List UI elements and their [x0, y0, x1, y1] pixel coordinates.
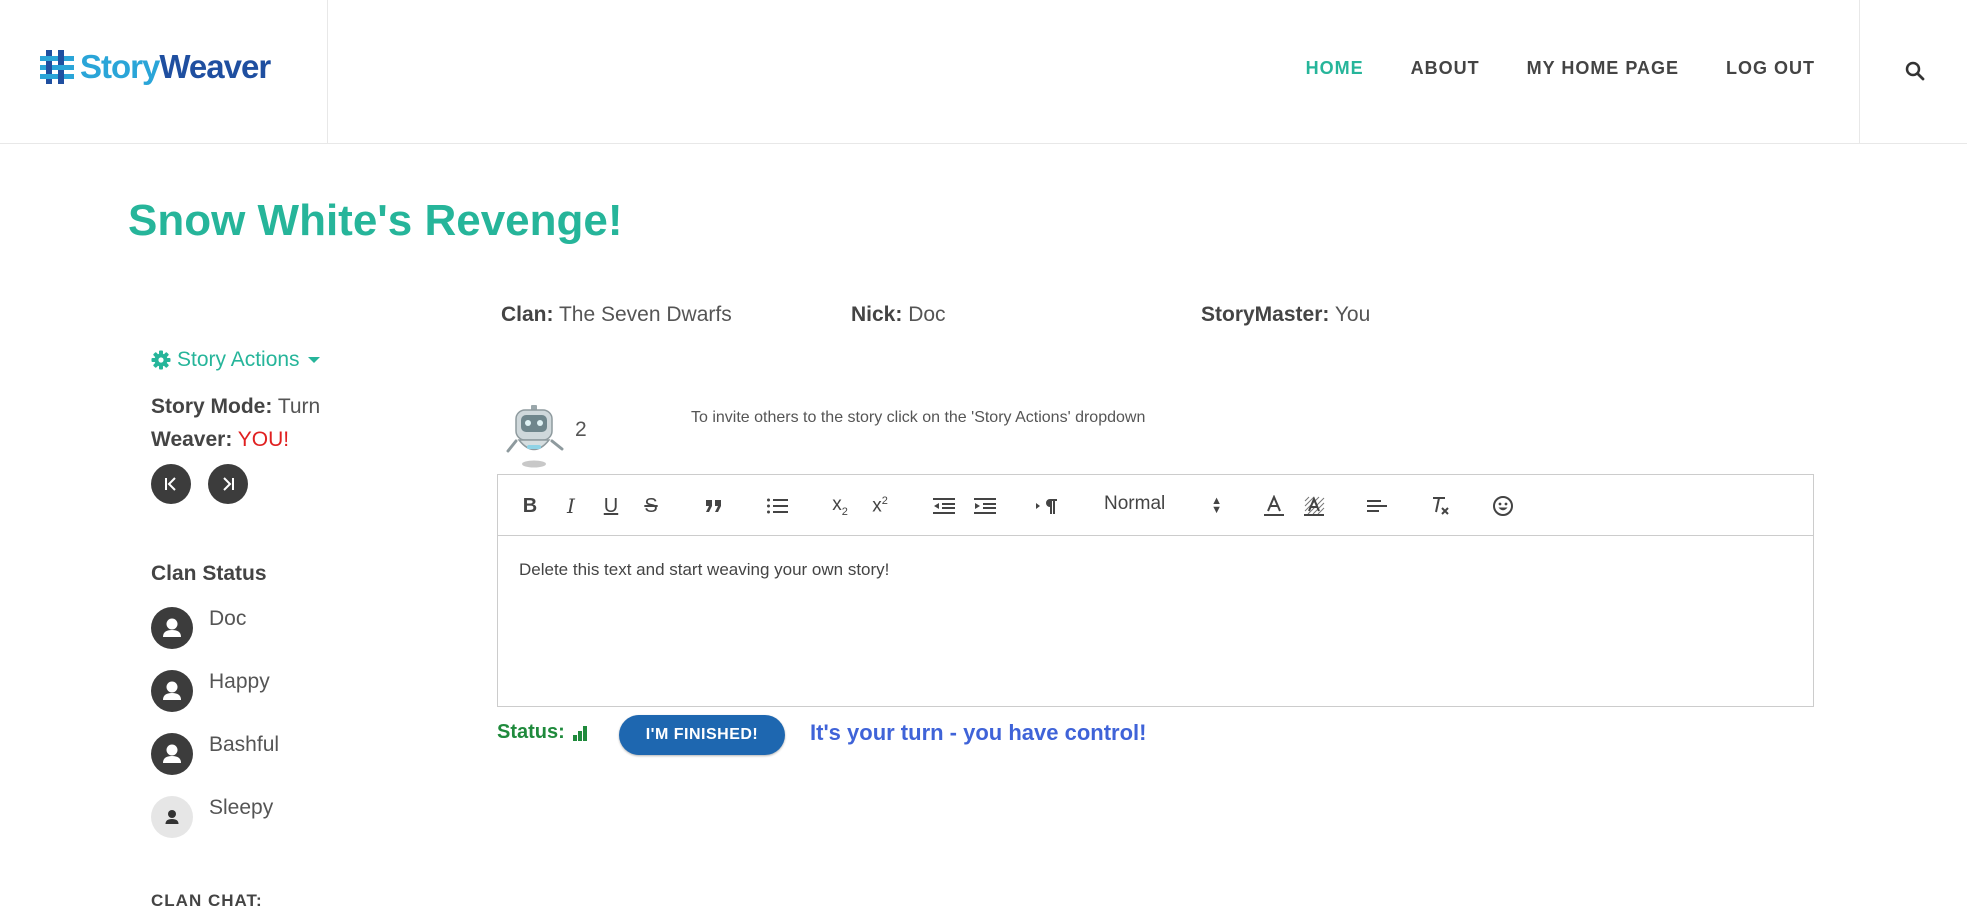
site-logo[interactable]: StoryWeaver: [40, 48, 271, 86]
background-color-button[interactable]: [1301, 493, 1327, 519]
nick-info: Nick: Doc: [851, 303, 946, 327]
clan-info: Clan: The Seven Dwarfs: [501, 303, 732, 327]
site-header: StoryWeaver HOME ABOUT MY HOME PAGE LOG …: [0, 0, 1967, 144]
align-button[interactable]: [1365, 493, 1391, 519]
invite-hint: To invite others to the story click on t…: [691, 409, 1146, 426]
bullet-list-icon: [767, 498, 788, 514]
gear-icon: [151, 350, 171, 370]
subscript-icon: x2: [832, 494, 848, 518]
editor-content[interactable]: Delete this text and start weaving your …: [498, 536, 1813, 604]
clan-member[interactable]: Bashful: [151, 733, 279, 775]
brand-name: StoryWeaver: [80, 48, 271, 86]
superscript-button[interactable]: x2: [866, 493, 894, 519]
outdent-button[interactable]: [931, 493, 957, 519]
weaver-value: YOU!: [237, 428, 290, 451]
search-button[interactable]: [1859, 0, 1967, 144]
weaver-label: Weaver:: [151, 428, 233, 451]
status-indicator: Status:: [497, 721, 590, 744]
story-mode: Story Mode: Turn: [151, 395, 320, 419]
format-select-value: Normal: [1104, 493, 1166, 514]
subscript-button[interactable]: x2: [826, 493, 854, 519]
superscript-icon: x2: [872, 494, 888, 517]
nav-my-home-page[interactable]: MY HOME PAGE: [1527, 58, 1679, 79]
format-select[interactable]: Normal ▲ ▼: [1104, 493, 1228, 519]
skip-forward-icon: [223, 477, 234, 491]
member-name: Bashful: [209, 733, 280, 756]
bold-button[interactable]: B: [518, 493, 542, 519]
clear-format-icon: [1433, 497, 1449, 515]
story-title: Snow White's Revenge!: [128, 196, 623, 245]
caret-down-icon: [307, 357, 320, 363]
weaver-info: Weaver: YOU!: [151, 428, 289, 452]
italic-icon: I: [567, 494, 575, 518]
story-editor: B I U S x2 x2 Normal ▲ ▼ Delete this tex…: [497, 474, 1814, 707]
story-mode-value: Turn: [277, 395, 321, 418]
highlight-color-icon: [1304, 496, 1325, 516]
turn-message: It's your turn - you have control!: [810, 720, 1147, 745]
underline-button[interactable]: U: [599, 493, 623, 519]
clan-member[interactable]: Sleepy: [151, 796, 273, 838]
clan-chat-heading: CLAN CHAT:: [151, 891, 263, 910]
smiley-icon: [1493, 496, 1513, 516]
nick-value: Doc: [908, 303, 946, 326]
clan-status-heading: Clan Status: [151, 562, 267, 585]
member-name: Doc: [209, 607, 247, 630]
clan-label: Clan:: [501, 303, 554, 326]
story-actions-dropdown[interactable]: Story Actions: [151, 348, 320, 372]
turn-count: 2: [575, 418, 587, 441]
paragraph-direction-icon: [1036, 499, 1057, 514]
skip-back-icon: [165, 477, 176, 491]
story-actions-label: Story Actions: [177, 348, 300, 371]
italic-button[interactable]: I: [559, 493, 583, 519]
blockquote-button[interactable]: [701, 493, 727, 519]
member-name: Happy: [209, 670, 270, 693]
weave-logo-icon: [40, 50, 74, 84]
text-color-icon: [1264, 495, 1284, 516]
status-label: Status:: [497, 721, 565, 743]
nick-label: Nick:: [851, 303, 903, 326]
clan-value: The Seven Dwarfs: [558, 303, 732, 326]
indent-icon: [974, 498, 996, 514]
nav-about[interactable]: ABOUT: [1411, 58, 1480, 79]
im-finished-button[interactable]: I'M FINISHED!: [619, 715, 785, 755]
user-avatar-icon: [151, 670, 193, 712]
text-color-button[interactable]: [1261, 493, 1287, 519]
first-turn-button[interactable]: [151, 464, 191, 504]
nav-home[interactable]: HOME: [1306, 58, 1364, 79]
storymaster-info: StoryMaster: You: [1201, 303, 1370, 327]
underline-icon: U: [603, 494, 619, 517]
editor-toolbar: B I U S x2 x2 Normal ▲ ▼: [498, 475, 1813, 536]
storymaster-value: You: [1334, 303, 1371, 326]
signal-bars-icon: [572, 725, 587, 741]
strikethrough-button[interactable]: S: [639, 493, 663, 519]
logo-area: StoryWeaver: [0, 0, 328, 144]
last-turn-button[interactable]: [208, 464, 248, 504]
story-mode-label: Story Mode:: [151, 395, 273, 418]
brand-part-story: Story: [80, 48, 160, 85]
main-nav: HOME ABOUT MY HOME PAGE LOG OUT: [1306, 58, 1815, 79]
user-avatar-icon: [151, 796, 193, 838]
bold-icon: B: [522, 494, 538, 517]
clear-formatting-button[interactable]: [1428, 493, 1454, 519]
align-left-icon: [1367, 500, 1387, 512]
emoji-button[interactable]: [1490, 493, 1516, 519]
nav-log-out[interactable]: LOG OUT: [1726, 58, 1815, 79]
select-arrows-icon: ▲ ▼: [1211, 495, 1222, 516]
indent-button[interactable]: [972, 493, 998, 519]
search-icon: [1905, 61, 1925, 81]
member-name: Sleepy: [209, 796, 274, 819]
bullet-list-button[interactable]: [764, 493, 790, 519]
clan-member[interactable]: Doc: [151, 607, 246, 649]
text-direction-button[interactable]: [1033, 493, 1061, 519]
user-avatar-icon: [151, 733, 193, 775]
clan-member[interactable]: Happy: [151, 670, 270, 712]
brand-part-weaver: Weaver: [159, 48, 271, 85]
robot-mascot-icon: [506, 405, 564, 468]
outdent-icon: [933, 498, 955, 514]
user-avatar-icon: [151, 607, 193, 649]
strikethrough-icon: S: [644, 494, 658, 517]
quote-icon: [706, 500, 721, 512]
storymaster-label: StoryMaster:: [1201, 303, 1330, 326]
